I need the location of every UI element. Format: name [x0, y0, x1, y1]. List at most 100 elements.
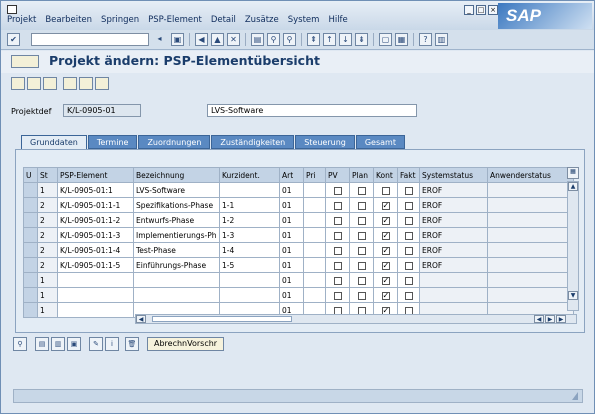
checkbox[interactable]: ✓	[381, 261, 390, 270]
help-icon[interactable]: ?	[419, 33, 432, 46]
cell-kurz[interactable]: 1-1	[219, 197, 280, 213]
cell-psp[interactable]: K/L-0905-01:1-3	[57, 227, 134, 243]
abrechn-vorschr-button[interactable]: AbrechnVorschr	[147, 337, 225, 351]
cell-pri[interactable]	[303, 212, 326, 228]
column-header[interactable]: Art	[279, 167, 304, 183]
row-selector[interactable]	[23, 257, 38, 273]
cell-psp[interactable]: K/L-0905-01:1-5	[57, 257, 134, 273]
cell-anw[interactable]	[487, 257, 574, 273]
cell-psp[interactable]: K/L-0905-01:1-4	[57, 242, 134, 258]
column-header[interactable]: Fakt	[397, 167, 420, 183]
cell-pri[interactable]	[303, 197, 326, 213]
close-icon[interactable]: ×	[488, 5, 498, 15]
checkbox[interactable]: ✓	[381, 276, 390, 285]
zoom-icon[interactable]: ⚲	[13, 337, 27, 351]
checkbox[interactable]	[333, 186, 342, 195]
menu-item-1[interactable]: Bearbeiten	[45, 15, 92, 25]
scroll-first-icon[interactable]: ◀	[534, 315, 544, 323]
cell-bez[interactable]: Test-Phase	[133, 242, 220, 258]
cell-art[interactable]: 01	[279, 227, 304, 243]
cell-art[interactable]: 01	[279, 197, 304, 213]
checkbox[interactable]	[333, 201, 342, 210]
cell-kurz[interactable]	[219, 182, 280, 198]
minimize-icon[interactable]: _	[464, 5, 474, 15]
menu-item-7[interactable]: Hilfe	[328, 15, 347, 25]
window-menu-icon[interactable]	[7, 5, 17, 14]
checkbox[interactable]	[357, 186, 366, 195]
layout-menu-icon[interactable]: ▥	[435, 33, 448, 46]
projektdef-field[interactable]: K/L-0905-01	[63, 104, 141, 117]
cancel-icon[interactable]: ✕	[227, 33, 240, 46]
cell-psp[interactable]: K/L-0905-01:1	[57, 182, 134, 198]
checkbox[interactable]	[357, 276, 366, 285]
cell-anw[interactable]	[487, 212, 574, 228]
column-header[interactable]: U	[23, 167, 38, 183]
column-header[interactable]: St	[37, 167, 58, 183]
scroll-thumb[interactable]	[152, 316, 292, 322]
checkbox[interactable]	[357, 246, 366, 255]
checkbox[interactable]	[404, 216, 413, 225]
tab-2[interactable]: Zuordnungen	[138, 135, 211, 149]
maximize-icon[interactable]: □	[476, 5, 486, 15]
tab-0[interactable]: Grunddaten	[21, 135, 87, 150]
cell-psp[interactable]: K/L-0905-01:1-2	[57, 212, 134, 228]
find-icon[interactable]: ⚲	[267, 33, 280, 46]
row-selector[interactable]	[23, 287, 38, 303]
checkbox[interactable]	[333, 261, 342, 270]
cell-bez[interactable]: LVS-Software	[133, 182, 220, 198]
scroll-last-icon[interactable]: ▶	[556, 315, 566, 323]
horizontal-scrollbar[interactable]: ◀ ◀ ▶ ▶	[135, 314, 577, 324]
project-description-field[interactable]: LVS-Software	[207, 104, 417, 117]
cell-bez[interactable]	[133, 287, 220, 303]
checkbox[interactable]	[333, 216, 342, 225]
scroll-down-icon[interactable]: ▼	[568, 291, 578, 300]
checkbox[interactable]: ✓	[381, 291, 390, 300]
scroll-left-icon[interactable]: ◀	[136, 315, 146, 323]
checkbox[interactable]	[333, 231, 342, 240]
row-selector[interactable]	[23, 302, 38, 318]
menu-item-0[interactable]: Projekt	[7, 15, 36, 25]
cell-anw[interactable]	[487, 242, 574, 258]
cell-bez[interactable]: Implementierungs-Ph	[133, 227, 220, 243]
cell-anw[interactable]	[487, 287, 574, 303]
cell-psp[interactable]	[57, 302, 134, 318]
row-selector[interactable]	[23, 272, 38, 288]
cell-pri[interactable]	[303, 182, 326, 198]
column-header[interactable]: PSP-Element	[57, 167, 134, 183]
scroll-up-icon[interactable]: ▲	[568, 182, 578, 191]
checkbox[interactable]	[404, 186, 413, 195]
column-header[interactable]: Anwenderstatus	[487, 167, 574, 183]
menu-item-6[interactable]: System	[288, 15, 320, 25]
cell-art[interactable]: 01	[279, 242, 304, 258]
cell-art[interactable]: 01	[279, 212, 304, 228]
checkbox[interactable]: ✓	[381, 201, 390, 210]
cell-bez[interactable]: Entwurfs-Phase	[133, 212, 220, 228]
menu-item-5[interactable]: Zusätze	[245, 15, 279, 25]
checkbox[interactable]: ✓	[381, 246, 390, 255]
checkbox[interactable]	[357, 291, 366, 300]
menu-item-2[interactable]: Springen	[101, 15, 139, 25]
checkbox[interactable]	[357, 261, 366, 270]
delete-icon[interactable]: 🗑	[125, 337, 139, 351]
cell-kurz[interactable]: 1-5	[219, 257, 280, 273]
cell-psp[interactable]	[57, 287, 134, 303]
select-all-icon[interactable]: ▤	[35, 337, 49, 351]
cell-psp[interactable]: K/L-0905-01:1-1	[57, 197, 134, 213]
first-page-icon[interactable]: ⇞	[307, 33, 320, 46]
cell-pri[interactable]	[303, 227, 326, 243]
cell-kurz[interactable]	[219, 272, 280, 288]
column-header[interactable]: Pri	[303, 167, 326, 183]
row-selector[interactable]	[23, 197, 38, 213]
cell-pri[interactable]	[303, 242, 326, 258]
checkbox[interactable]	[404, 201, 413, 210]
menu-item-3[interactable]: PSP-Element	[148, 15, 202, 25]
cell-anw[interactable]	[487, 182, 574, 198]
cell-anw[interactable]	[487, 197, 574, 213]
row-selector[interactable]	[23, 227, 38, 243]
next-page-icon[interactable]: ↓	[339, 33, 352, 46]
checkbox[interactable]	[333, 291, 342, 300]
project-planning-board-icon[interactable]	[11, 77, 25, 90]
vertical-scrollbar[interactable]: ▲ ▼	[567, 181, 579, 311]
cell-kurz[interactable]	[219, 287, 280, 303]
document-icon[interactable]	[95, 77, 109, 90]
